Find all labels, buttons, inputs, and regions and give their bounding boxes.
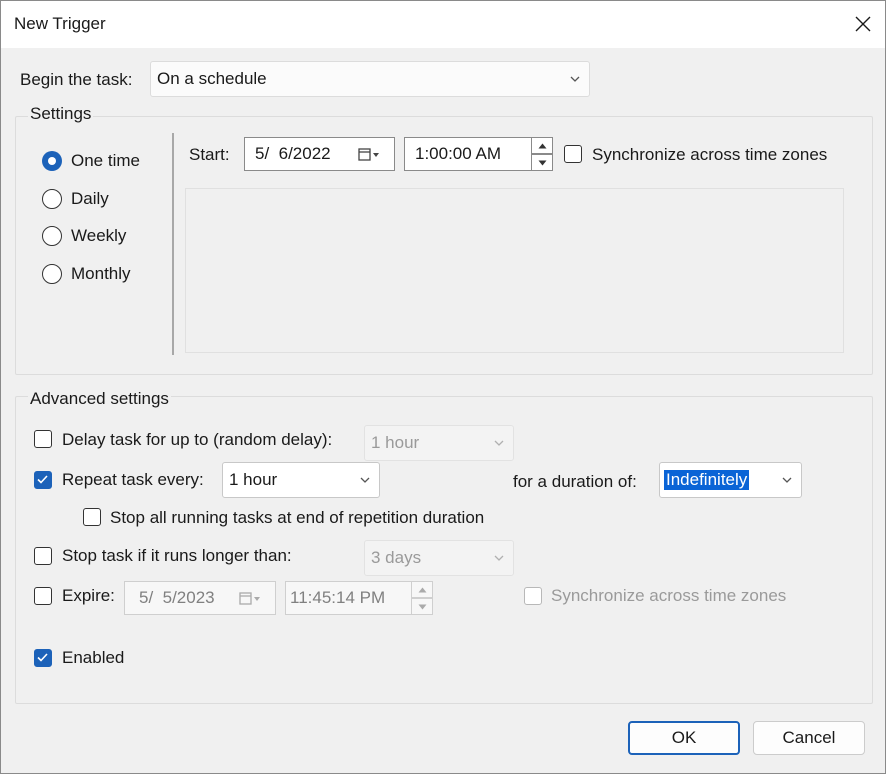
- delay-dropdown[interactable]: 1 hour: [364, 425, 514, 461]
- ok-button-label: OK: [671, 728, 697, 747]
- title-bar: New Trigger: [0, 0, 886, 48]
- spin-down-icon[interactable]: [411, 598, 433, 615]
- checkmark-icon: [37, 475, 48, 484]
- radio-daily-label: Daily: [71, 189, 109, 208]
- delay-value: 1 hour: [371, 433, 420, 452]
- spin-down-icon[interactable]: [531, 154, 553, 171]
- expire-checkbox[interactable]: [34, 587, 52, 605]
- stop-long-task-label: Stop task if it runs longer than:: [62, 546, 292, 565]
- radio-weekly-label: Weekly: [71, 226, 127, 245]
- spin-up-icon[interactable]: [411, 581, 433, 598]
- expire-time-spinner[interactable]: [411, 581, 433, 615]
- start-date-value: 5/ 6/2022: [255, 144, 331, 163]
- duration-dropdown[interactable]: Indefinitely: [659, 462, 802, 498]
- begin-task-dropdown[interactable]: On a schedule: [150, 61, 590, 97]
- delay-task-label: Delay task for up to (random delay):: [62, 430, 333, 449]
- radio-one-time-label: One time: [71, 151, 140, 170]
- begin-task-label: Begin the task:: [20, 70, 133, 89]
- window-title: New Trigger: [14, 14, 106, 33]
- radio-monthly[interactable]: [42, 264, 62, 284]
- stop-long-dropdown[interactable]: 3 days: [364, 540, 514, 576]
- radio-weekly[interactable]: [42, 226, 62, 246]
- radio-monthly-label: Monthly: [71, 264, 131, 283]
- start-time-spinner[interactable]: [531, 137, 553, 171]
- advanced-settings-title: Advanced settings: [28, 389, 171, 409]
- start-date-picker[interactable]: 5/ 6/2022: [244, 137, 395, 171]
- stop-long-task-checkbox[interactable]: [34, 547, 52, 565]
- close-icon: [855, 16, 871, 32]
- spin-up-icon[interactable]: [531, 137, 553, 154]
- settings-group-title: Settings: [28, 104, 94, 124]
- repeat-task-label: Repeat task every:: [62, 470, 204, 489]
- expire-date-picker[interactable]: 5/ 5/2023: [124, 581, 276, 615]
- duration-value: Indefinitely: [664, 470, 750, 490]
- repeat-interval-dropdown[interactable]: 1 hour: [222, 462, 380, 498]
- start-time-field[interactable]: 1:00:00 AM: [404, 137, 532, 171]
- expire-date-value: 5/ 5/2023: [139, 588, 215, 607]
- schedule-options-panel: [185, 188, 844, 353]
- calendar-icon: [239, 592, 260, 605]
- start-label: Start:: [189, 145, 230, 164]
- expire-sync-label: Synchronize across time zones: [551, 586, 787, 605]
- expire-sync-checkbox[interactable]: [524, 587, 542, 605]
- chevron-down-icon: [570, 76, 580, 82]
- cancel-button-label: Cancel: [782, 728, 836, 747]
- expire-label: Expire:: [62, 586, 115, 605]
- chevron-down-icon: [494, 440, 504, 446]
- chevron-down-icon: [360, 477, 370, 483]
- checkmark-icon: [37, 653, 48, 662]
- settings-divider: [172, 133, 174, 355]
- stop-all-tasks-checkbox[interactable]: [83, 508, 101, 526]
- close-button[interactable]: [840, 0, 886, 48]
- repeat-task-checkbox[interactable]: [34, 471, 52, 489]
- stop-long-value: 3 days: [371, 548, 422, 567]
- chevron-down-icon: [782, 477, 792, 483]
- stop-all-tasks-label: Stop all running tasks at end of repetit…: [110, 508, 485, 527]
- expire-time-value: 11:45:14 PM: [290, 588, 386, 607]
- chevron-down-icon: [494, 555, 504, 561]
- sync-timezones-label: Synchronize across time zones: [592, 145, 828, 164]
- radio-one-time[interactable]: [42, 151, 62, 171]
- begin-task-value: On a schedule: [157, 69, 267, 88]
- calendar-icon: [358, 148, 379, 161]
- cancel-button[interactable]: Cancel: [753, 721, 865, 755]
- ok-button[interactable]: OK: [628, 721, 740, 755]
- sync-timezones-checkbox[interactable]: [564, 145, 582, 163]
- radio-daily[interactable]: [42, 189, 62, 209]
- enabled-checkbox[interactable]: [34, 649, 52, 667]
- expire-time-field[interactable]: 11:45:14 PM: [285, 581, 413, 615]
- start-time-value: 1:00:00 AM: [415, 144, 502, 163]
- repeat-interval-value: 1 hour: [229, 470, 278, 489]
- enabled-label: Enabled: [62, 648, 125, 667]
- duration-label: for a duration of:: [513, 472, 637, 491]
- delay-task-checkbox[interactable]: [34, 430, 52, 448]
